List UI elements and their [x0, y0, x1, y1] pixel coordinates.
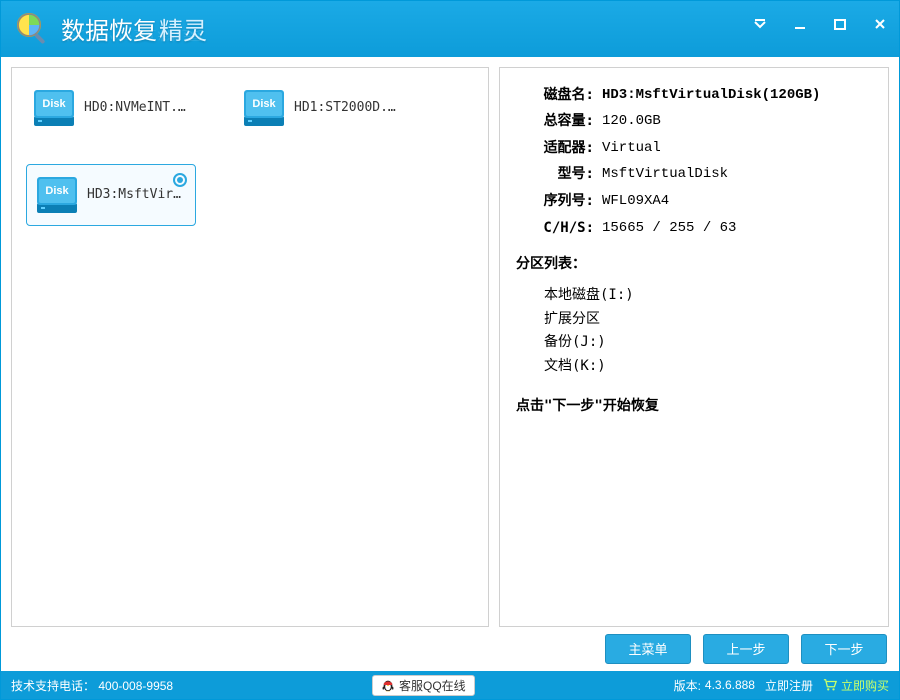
version-value: 4.3.6.888: [705, 678, 755, 692]
detail-serial-value: WFL09XA4: [602, 188, 669, 215]
disk-list-pane: Disk HD0:NVMeINT... Disk HD1:ST2000D... …: [11, 67, 489, 627]
detail-model-value: MsftVirtualDisk: [602, 161, 728, 188]
disk-item[interactable]: Disk HD3:MsftVir...: [26, 164, 196, 226]
support-label: 技术支持电话：: [11, 679, 95, 693]
partition-item: 本地磁盘(I:): [544, 284, 872, 308]
svg-text:Disk: Disk: [45, 185, 69, 197]
detail-capacity-value: 120.0GB: [602, 108, 661, 135]
partitions-list: 本地磁盘(I:)扩展分区备份(J:)文档(K:): [544, 284, 872, 379]
qq-penguin-icon: [381, 678, 395, 692]
qq-support-button[interactable]: 客服QQ在线: [372, 675, 475, 696]
support-phone: 400-008-9958: [98, 679, 173, 693]
minimize-icon[interactable]: [789, 13, 811, 35]
disk-drive-icon: Disk: [35, 175, 79, 215]
next-button[interactable]: 下一步: [801, 634, 887, 664]
maximize-icon[interactable]: [829, 13, 851, 35]
disk-item[interactable]: Disk HD1:ST2000D...: [236, 82, 406, 134]
detail-adapter-value: Virtual: [602, 135, 661, 162]
detail-chs-value: 15665 / 255 / 63: [602, 215, 736, 242]
disk-label: HD3:MsftVir...: [87, 187, 187, 202]
disk-label: HD1:ST2000D...: [294, 100, 400, 115]
disk-drive-icon: Disk: [242, 88, 286, 128]
title-reflection: 数据恢复精灵: [61, 28, 205, 46]
disk-details-pane: 磁盘名: HD3:MsftVirtualDisk(120GB) 总容量: 120…: [499, 67, 889, 627]
detail-name-label: 磁盘名:: [516, 82, 594, 109]
next-step-hint: 点击"下一步"开始恢复: [516, 393, 872, 420]
partition-item: 文档(K:): [544, 355, 872, 379]
version-label: 版本:: [674, 677, 701, 694]
disk-drive-icon: Disk: [32, 88, 76, 128]
disk-label: HD0:NVMeINT...: [84, 100, 190, 115]
detail-model-label: 型号:: [516, 161, 594, 188]
main-menu-button[interactable]: 主菜单: [605, 634, 691, 664]
button-bar: 主菜单 上一步 下一步: [1, 627, 899, 672]
selected-radio-icon: [173, 173, 187, 187]
detail-adapter-label: 适配器:: [516, 135, 594, 162]
prev-button[interactable]: 上一步: [703, 634, 789, 664]
dropdown-menu-icon[interactable]: [749, 13, 771, 35]
buy-link[interactable]: 立即购买: [823, 677, 889, 694]
detail-capacity-label: 总容量:: [516, 108, 594, 135]
titlebar: 数据恢复精灵 数据恢复精灵: [1, 1, 899, 57]
cart-icon: [823, 678, 837, 692]
partitions-header: 分区列表：: [516, 251, 872, 278]
disk-item[interactable]: Disk HD0:NVMeINT...: [26, 82, 196, 134]
detail-name-value: HD3:MsftVirtualDisk(120GB): [602, 82, 820, 109]
close-icon[interactable]: [869, 13, 891, 35]
register-link[interactable]: 立即注册: [765, 677, 813, 694]
detail-serial-label: 序列号:: [516, 188, 594, 215]
partition-item: 备份(J:): [544, 331, 872, 355]
qq-label: 客服QQ在线: [399, 677, 466, 694]
statusbar: 技术支持电话： 400-008-9958 客服QQ在线 版: [1, 671, 899, 699]
detail-chs-label: C/H/S:: [516, 215, 594, 242]
svg-text:Disk: Disk: [252, 98, 276, 110]
svg-text:Disk: Disk: [42, 98, 66, 110]
app-logo-icon: [13, 9, 53, 49]
partition-item: 扩展分区: [544, 308, 872, 332]
